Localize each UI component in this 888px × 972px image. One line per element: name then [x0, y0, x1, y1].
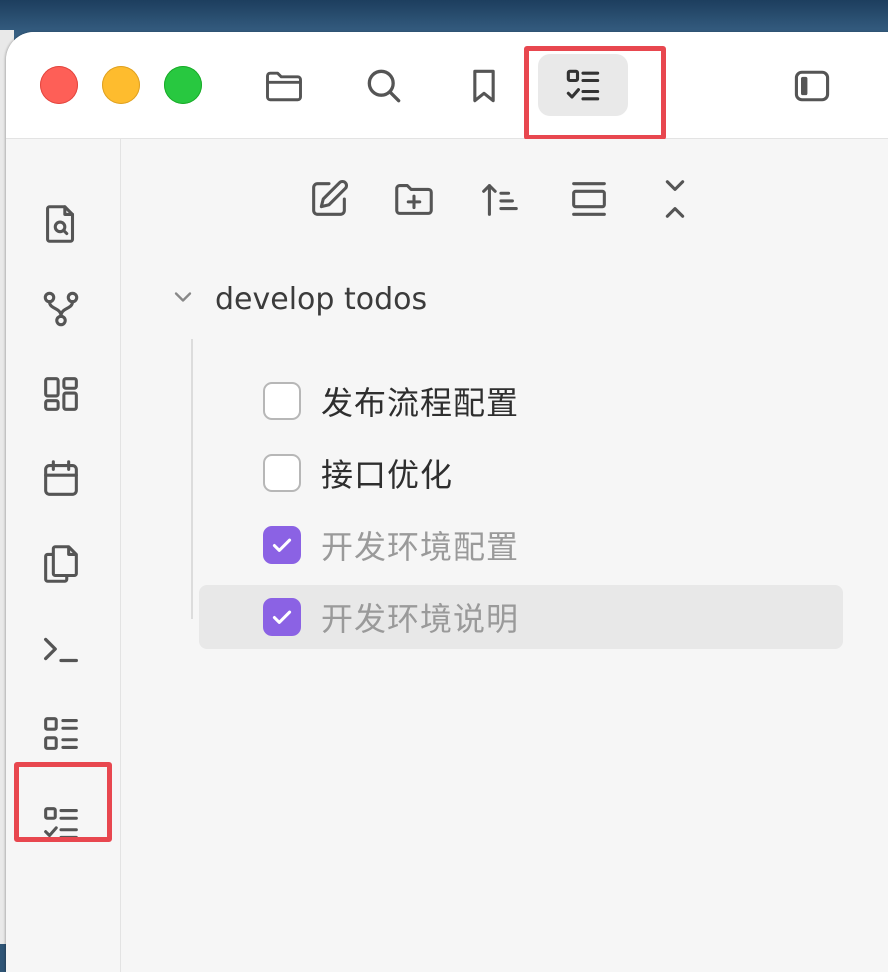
task-group-header[interactable]: develop todos — [169, 279, 427, 319]
copy-files-icon[interactable] — [36, 539, 86, 589]
task-checkbox-checked[interactable] — [263, 526, 301, 564]
task-item[interactable]: 开发环境配置 — [199, 513, 843, 577]
checkmark-icon — [272, 538, 292, 552]
task-label: 发布流程配置 — [321, 384, 520, 422]
task-group-title: develop todos — [215, 281, 428, 317]
graph-icon[interactable] — [36, 284, 86, 334]
tasks-panel: develop todos 发布流程配置 接口优化 开发环境配置 开发环境说明 — [121, 139, 888, 972]
new-note-icon[interactable] — [305, 175, 353, 223]
tasks-icon[interactable] — [36, 799, 86, 849]
task-label: 开发环境说明 — [321, 600, 520, 638]
expand-collapse-icon[interactable] — [651, 175, 699, 223]
folder-icon[interactable] — [260, 62, 308, 110]
minimize-window-button[interactable] — [102, 66, 140, 104]
indent-guide — [191, 339, 193, 619]
task-checkbox[interactable] — [263, 454, 301, 492]
task-label: 接口优化 — [321, 456, 454, 494]
task-checkbox[interactable] — [263, 382, 301, 420]
title-bar — [6, 32, 888, 140]
terminal-icon[interactable] — [36, 624, 86, 674]
dashboard-grid-icon[interactable] — [36, 369, 86, 419]
new-folder-icon[interactable] — [390, 175, 438, 223]
task-label: 开发环境配置 — [321, 528, 520, 566]
sort-icon[interactable] — [475, 175, 523, 223]
file-search-icon[interactable] — [36, 199, 86, 249]
bookmark-icon[interactable] — [460, 62, 508, 110]
calendar-icon[interactable] — [36, 454, 86, 504]
close-window-button[interactable] — [40, 66, 78, 104]
collapse-view-icon[interactable] — [565, 175, 613, 223]
zoom-window-button[interactable] — [164, 66, 202, 104]
app-window: develop todos 发布流程配置 接口优化 开发环境配置 开发环境说明 — [6, 32, 888, 972]
task-checkbox-checked[interactable] — [263, 598, 301, 636]
checklist-icon[interactable] — [36, 709, 86, 759]
task-item[interactable]: 接口优化 — [199, 441, 843, 505]
sidebar-toggle-icon[interactable] — [788, 62, 836, 110]
left-ribbon — [6, 139, 121, 972]
task-item[interactable]: 发布流程配置 — [199, 369, 843, 433]
checkmark-icon — [272, 610, 292, 624]
search-icon[interactable] — [360, 62, 408, 110]
task-item-hovered[interactable]: 开发环境说明 — [199, 585, 843, 649]
chevron-down-icon[interactable] — [169, 283, 197, 315]
tasks-view-icon[interactable] — [559, 62, 607, 110]
